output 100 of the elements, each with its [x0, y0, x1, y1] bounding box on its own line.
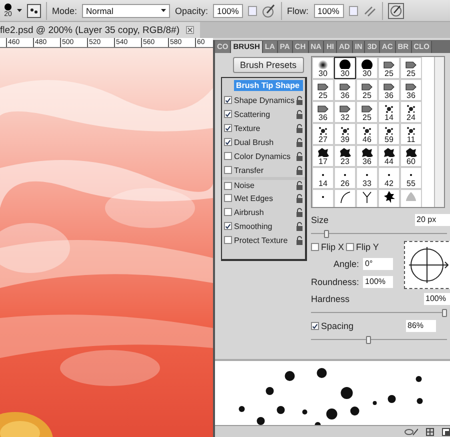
lock-icon[interactable] [296, 96, 304, 104]
brush-tip[interactable]: 36 [312, 101, 334, 123]
lock-icon[interactable] [296, 181, 303, 190]
brush-tip[interactable]: 46 [356, 123, 378, 145]
checkbox[interactable] [224, 236, 232, 244]
brush-tip[interactable]: 30 [334, 57, 356, 79]
brush-tip[interactable]: 32 [334, 101, 356, 123]
opacity-field[interactable]: 100% [213, 4, 244, 18]
slider-thumb[interactable] [324, 230, 330, 238]
checkbox[interactable] [224, 208, 232, 216]
brush-tip[interactable]: 25 [356, 101, 378, 123]
document-tab[interactable]: fle2.psd @ 200% (Layer 35 copy, RGB/8#) [0, 22, 200, 38]
brush-tip[interactable]: 60 [400, 145, 422, 167]
slider-track[interactable] [311, 230, 447, 237]
checkbox[interactable] [224, 182, 232, 190]
brush-tip[interactable]: 17 [312, 145, 334, 167]
checkbox[interactable] [224, 96, 232, 104]
option-label[interactable]: Shape Dynamics [234, 96, 294, 104]
brush-tip[interactable]: 25 [356, 79, 378, 101]
checkbox[interactable] [311, 243, 319, 251]
checkbox[interactable] [224, 110, 232, 118]
option-label[interactable]: Scattering [234, 110, 294, 118]
hardness-field[interactable]: 100% [424, 293, 450, 305]
spacing-label[interactable]: Spacing [321, 321, 354, 331]
brush-tip[interactable]: 30 [356, 57, 378, 79]
slider-thumb[interactable] [442, 309, 447, 317]
roundness-field[interactable]: 100% [363, 276, 394, 288]
angle-preview[interactable] [404, 241, 450, 289]
brush-presets-button[interactable]: Brush Presets [233, 57, 304, 73]
option-label[interactable]: Color Dynamics [234, 152, 294, 160]
lock-icon[interactable] [296, 208, 303, 216]
brush-tip[interactable]: 25 [312, 79, 334, 101]
brush-tip[interactable]: 42 [378, 167, 400, 189]
option-label[interactable]: Noise [234, 181, 294, 190]
tablet-pressure-icon[interactable] [388, 2, 404, 18]
lock-icon[interactable] [296, 166, 303, 174]
brush-tip[interactable]: 25 [378, 57, 400, 79]
option-label[interactable]: Smoothing [234, 222, 294, 230]
checkbox[interactable] [224, 166, 232, 174]
checkbox[interactable] [346, 243, 354, 251]
brush-pressure-icon[interactable] [262, 4, 276, 18]
option-label[interactable]: Wet Edges [234, 194, 294, 202]
checkbox[interactable] [224, 138, 232, 146]
slider-thumb[interactable] [366, 336, 372, 344]
brush-tip[interactable]: 26 [334, 167, 356, 189]
brush-tip[interactable]: 30 [312, 57, 334, 79]
lock-icon[interactable] [296, 152, 303, 160]
checkbox[interactable] [224, 222, 232, 230]
caret-icon[interactable] [161, 9, 166, 12]
brush-panel-icon[interactable] [27, 4, 41, 18]
checkbox[interactable] [224, 152, 232, 160]
brush-tip[interactable] [334, 189, 356, 207]
spacing-field[interactable]: 86% [406, 320, 436, 332]
flow-field[interactable]: 100% [314, 4, 344, 18]
brush-tip[interactable]: 14 [312, 167, 334, 189]
brush-tip[interactable]: 25 [400, 57, 422, 79]
eye-brush-icon[interactable] [404, 428, 418, 436]
checkbox[interactable] [224, 194, 232, 202]
brush-tip[interactable]: 55 [400, 167, 422, 189]
brush-tip[interactable]: 11 [400, 123, 422, 145]
lock-icon[interactable] [296, 222, 303, 230]
flip-label[interactable]: Flip X [321, 242, 344, 252]
brush-tip[interactable]: 14 [378, 101, 400, 123]
new-icon[interactable] [442, 428, 450, 436]
brush-tip[interactable]: 44 [378, 145, 400, 167]
scrollbar[interactable] [434, 57, 444, 207]
flip-label[interactable]: Flip Y [356, 242, 379, 252]
option-label[interactable]: Texture [234, 124, 294, 132]
option-label[interactable]: Airbrush [234, 208, 294, 216]
slider-track[interactable] [311, 336, 447, 343]
brush-tip[interactable]: 33 [356, 167, 378, 189]
mode-dropdown[interactable]: Normal [82, 4, 170, 18]
brush-tip[interactable]: 24 [400, 101, 422, 123]
slider-track[interactable] [311, 309, 447, 316]
brush-tip[interactable]: 36 [400, 79, 422, 101]
brush-tip[interactable] [356, 189, 378, 207]
brush-tip[interactable]: 59 [378, 123, 400, 145]
brush-tip[interactable] [378, 189, 400, 207]
lock-icon[interactable] [296, 194, 303, 202]
lock-icon[interactable] [296, 110, 303, 118]
caret-icon[interactable] [17, 9, 22, 12]
close-icon[interactable] [186, 26, 194, 34]
brush-tip[interactable]: 27 [312, 123, 334, 145]
option-label[interactable]: Dual Brush [234, 138, 294, 146]
brush-tip[interactable]: 39 [334, 123, 356, 145]
option-label[interactable]: Transfer [234, 166, 294, 174]
brush-tip[interactable]: 36 [356, 145, 378, 167]
angle-field[interactable]: 0° [363, 258, 394, 270]
brush-tip[interactable]: 36 [378, 79, 400, 101]
grid-icon[interactable] [426, 428, 434, 436]
lock-icon[interactable] [296, 138, 303, 146]
lock-icon[interactable] [296, 124, 303, 132]
brush-tip[interactable]: 23 [334, 145, 356, 167]
size-field[interactable]: 20 px [414, 214, 450, 226]
brush-tip[interactable]: 36 [334, 79, 356, 101]
checkbox[interactable] [224, 124, 232, 132]
lock-icon[interactable] [296, 236, 303, 244]
brush-tip-icon[interactable] [4, 2, 12, 10]
option-label[interactable]: Protect Texture [234, 236, 294, 244]
checkbox[interactable] [311, 322, 319, 330]
